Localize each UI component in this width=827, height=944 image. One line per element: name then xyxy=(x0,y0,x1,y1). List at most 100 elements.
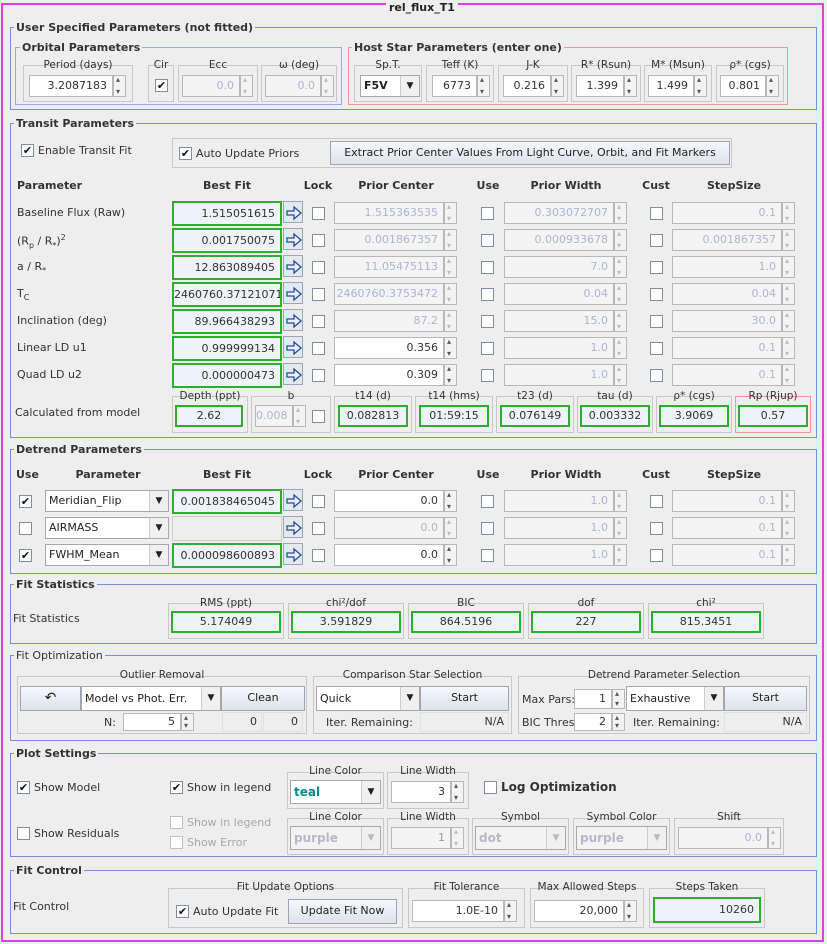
detrend-cust-checkbox[interactable] xyxy=(650,522,663,535)
enable-transit-fit-checkbox[interactable]: ✔ xyxy=(21,144,34,157)
lock-checkbox[interactable] xyxy=(312,288,325,301)
prior-width-input[interactable]: 1.0 xyxy=(504,364,614,386)
use-checkbox[interactable] xyxy=(481,288,494,301)
extract-prior-button[interactable]: Extract Prior Center Values From Light C… xyxy=(330,141,730,165)
prior-center-stepper[interactable] xyxy=(444,337,457,359)
outlier-mode-select[interactable]: Model vs Phot. Err. ▼ xyxy=(81,686,221,711)
detrend-stepsize-input[interactable]: 0.1 xyxy=(672,517,782,539)
maxpars-stepper[interactable] xyxy=(612,689,625,709)
detrend-lock-checkbox[interactable] xyxy=(312,495,325,508)
detrend-use-prior-checkbox[interactable] xyxy=(481,549,494,562)
prior-width-stepper[interactable] xyxy=(614,337,627,359)
shift-stepper[interactable] xyxy=(768,827,781,849)
stepsize-input[interactable]: 0.1 xyxy=(672,202,782,224)
detrend-param-select[interactable]: FWHM_Mean ▼ xyxy=(45,544,169,566)
prior-width-input[interactable]: 0.04 xyxy=(504,283,614,305)
cust-checkbox[interactable] xyxy=(650,369,663,382)
prior-width-input[interactable]: 0.303072707 xyxy=(504,202,614,224)
copy-arrow-icon[interactable] xyxy=(283,516,303,538)
mstar-stepper[interactable] xyxy=(694,75,707,97)
b-value[interactable]: 0.008 xyxy=(255,405,293,427)
detrend-lock-checkbox[interactable] xyxy=(312,522,325,535)
use-checkbox[interactable] xyxy=(481,234,494,247)
period-input[interactable]: 3.2087183 xyxy=(29,75,113,97)
copy-arrow-icon[interactable] xyxy=(283,336,303,358)
stepsize-input[interactable]: 0.1 xyxy=(672,337,782,359)
detrend-prior-width-input[interactable]: 1.0 xyxy=(504,517,614,539)
teff-input[interactable]: 6773 xyxy=(432,75,477,97)
detrend-stepsize-stepper[interactable] xyxy=(782,517,795,539)
stepsize-stepper[interactable] xyxy=(782,229,795,251)
ecc-input[interactable]: 0.0 xyxy=(182,75,240,97)
detrend-prior-width-stepper[interactable] xyxy=(614,517,627,539)
copy-arrow-icon[interactable] xyxy=(283,363,303,385)
copy-arrow-icon[interactable] xyxy=(283,282,303,304)
tolerance-stepper[interactable] xyxy=(504,900,517,922)
show-model-checkbox[interactable]: ✔ xyxy=(17,781,30,794)
detrend-prior-center-stepper[interactable] xyxy=(444,544,457,566)
log-opt-checkbox[interactable] xyxy=(484,781,497,794)
copy-arrow-icon[interactable] xyxy=(283,543,303,565)
stepsize-stepper[interactable] xyxy=(782,283,795,305)
use-checkbox[interactable] xyxy=(481,369,494,382)
prior-width-stepper[interactable] xyxy=(614,256,627,278)
use-checkbox[interactable] xyxy=(481,315,494,328)
prior-center-stepper[interactable] xyxy=(444,283,457,305)
detrend-stepsize-input[interactable]: 0.1 xyxy=(672,544,782,566)
cust-checkbox[interactable] xyxy=(650,342,663,355)
detrend-stepsize-stepper[interactable] xyxy=(782,544,795,566)
detrend-use-checkbox[interactable]: ✔ xyxy=(19,495,32,508)
detrend-use-checkbox[interactable]: ✔ xyxy=(19,549,32,562)
prior-center-input[interactable]: 2460760.3753472 xyxy=(334,283,444,305)
prior-center-input[interactable]: 11.05475113 xyxy=(334,256,444,278)
b-lock-checkbox[interactable] xyxy=(312,410,325,423)
res-width-stepper[interactable] xyxy=(451,827,464,849)
use-checkbox[interactable] xyxy=(481,207,494,220)
omega-stepper[interactable] xyxy=(321,75,334,97)
res-error-checkbox[interactable] xyxy=(170,836,183,849)
rstar-stepper[interactable] xyxy=(624,75,637,97)
prior-width-stepper[interactable] xyxy=(614,364,627,386)
use-checkbox[interactable] xyxy=(481,342,494,355)
prior-center-input[interactable]: 0.356 xyxy=(334,337,444,359)
symbol-select[interactable]: dot ▼ xyxy=(475,826,566,850)
copy-arrow-icon[interactable] xyxy=(283,489,303,511)
jk-input[interactable]: 0.216 xyxy=(503,75,551,97)
detrend-cust-checkbox[interactable] xyxy=(650,549,663,562)
prior-center-stepper[interactable] xyxy=(444,202,457,224)
stepsize-input[interactable]: 30.0 xyxy=(672,310,782,332)
stepsize-stepper[interactable] xyxy=(782,364,795,386)
rho-input[interactable]: 0.801 xyxy=(720,75,766,97)
copy-arrow-icon[interactable] xyxy=(283,309,303,331)
jk-stepper[interactable] xyxy=(551,75,564,97)
copy-arrow-icon[interactable] xyxy=(283,228,303,250)
prior-center-input[interactable]: 0.309 xyxy=(334,364,444,386)
cust-checkbox[interactable] xyxy=(650,234,663,247)
prior-width-input[interactable]: 1.0 xyxy=(504,337,614,359)
lock-checkbox[interactable] xyxy=(312,234,325,247)
cust-checkbox[interactable] xyxy=(650,315,663,328)
prior-center-stepper[interactable] xyxy=(444,256,457,278)
detrend-prior-center-input[interactable]: 0.0 xyxy=(334,490,444,512)
mstar-input[interactable]: 1.499 xyxy=(648,75,694,97)
copy-arrow-icon[interactable] xyxy=(283,201,303,223)
omega-input[interactable]: 0.0 xyxy=(265,75,321,97)
res-legend-checkbox[interactable] xyxy=(170,816,183,829)
prior-center-stepper[interactable] xyxy=(444,364,457,386)
lock-checkbox[interactable] xyxy=(312,207,325,220)
copy-arrow-icon[interactable] xyxy=(283,255,303,277)
max-steps-input[interactable]: 20,000 xyxy=(534,900,624,922)
res-color-select[interactable]: purple ▼ xyxy=(290,826,381,850)
stepsize-stepper[interactable] xyxy=(782,256,795,278)
detrend-param-select[interactable]: Meridian_Flip ▼ xyxy=(45,490,169,512)
detrend-mode-select[interactable]: Exhaustive ▼ xyxy=(626,686,724,711)
detrend-use-checkbox[interactable] xyxy=(19,522,32,535)
bic-thres-stepper[interactable] xyxy=(612,713,625,731)
prior-width-stepper[interactable] xyxy=(614,283,627,305)
res-width-input[interactable]: 1 xyxy=(391,827,451,849)
detrend-use-prior-checkbox[interactable] xyxy=(481,495,494,508)
model-legend-checkbox[interactable]: ✔ xyxy=(170,781,183,794)
shift-input[interactable]: 0.0 xyxy=(678,827,768,849)
detrend-prior-width-input[interactable]: 1.0 xyxy=(504,490,614,512)
symcolor-select[interactable]: purple ▼ xyxy=(576,826,667,850)
